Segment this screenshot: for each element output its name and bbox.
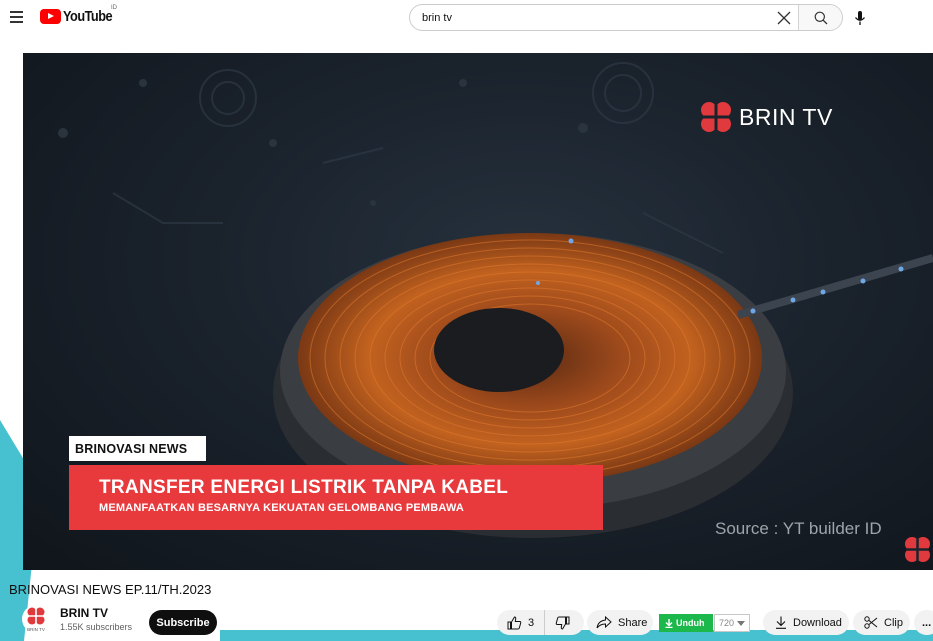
menu-icon[interactable] — [10, 11, 23, 23]
unduh-label: Unduh — [676, 618, 705, 628]
share-label: Share — [618, 616, 648, 629]
channel-avatar[interactable]: BRIN TV — [22, 605, 50, 633]
masthead: YouTube ID — [0, 0, 933, 36]
watermark-text: BRIN TV — [739, 103, 833, 130]
channel-watermark: BRIN TV — [697, 100, 833, 134]
clip-label: Clip — [884, 616, 903, 629]
share-button[interactable]: Share — [587, 610, 653, 635]
more-actions-button[interactable]: ... — [914, 610, 933, 635]
clip-button[interactable]: Clip — [853, 610, 910, 635]
channel-info: BRIN TV 1.55K subscribers — [60, 606, 132, 632]
thumbs-down-icon — [555, 616, 570, 630]
search-input[interactable] — [410, 5, 770, 30]
lower-third-subheadline: MEMANFAATKAN BESARNYA KEKUATAN GELOMBANG… — [99, 502, 465, 514]
lower-third-tag: BRINOVASI NEWS — [69, 436, 206, 461]
lower-third-headline: TRANSFER ENERGI LISTRIK TANPA KABEL — [99, 477, 509, 498]
logo-text: YouTube — [63, 8, 113, 25]
search-box — [409, 4, 843, 31]
channel-name[interactable]: BRIN TV — [60, 606, 132, 620]
download-button[interactable]: Download — [763, 610, 849, 635]
like-dislike-bar: 3 — [497, 610, 584, 635]
thumbs-up-icon — [507, 615, 522, 629]
clear-search-icon[interactable] — [770, 5, 798, 30]
search-button[interactable] — [798, 5, 842, 30]
search-icon — [814, 11, 827, 24]
subscriber-count: 1.55K subscribers — [60, 622, 133, 632]
download-label: Download — [793, 616, 842, 629]
brin-avatar-icon: BRIN TV — [27, 607, 45, 632]
youtube-play-icon — [40, 9, 61, 24]
source-caption: Source : YT builder ID — [715, 519, 882, 538]
dislike-button[interactable] — [545, 610, 570, 635]
avatar-text: BRIN TV — [27, 627, 45, 632]
brin-logo-icon — [701, 102, 731, 132]
share-icon — [596, 616, 612, 629]
download-arrow-icon — [665, 618, 673, 628]
chevron-down-icon — [737, 620, 746, 626]
download-icon — [776, 616, 786, 629]
subscribe-button[interactable]: Subscribe — [149, 610, 217, 635]
corner-brin-logo-icon — [905, 537, 930, 562]
video-player[interactable]: BRIN TV BRINOVASI NEWS TRANSFER ENERGI L… — [23, 53, 933, 570]
unduh-button[interactable]: Unduh — [659, 614, 713, 632]
logo-region: ID — [111, 5, 117, 11]
scissors-icon — [864, 616, 878, 629]
youtube-logo[interactable]: YouTube ID — [40, 5, 121, 25]
video-title: BRINOVASI NEWS EP.11/TH.2023 — [9, 582, 212, 597]
quality-select[interactable]: 720 — [714, 614, 750, 632]
more-icon: ... — [922, 616, 932, 629]
microphone-icon[interactable] — [852, 9, 868, 27]
lower-third-tag-text: BRINOVASI NEWS — [75, 441, 188, 456]
quality-value: 720 — [719, 618, 735, 628]
like-count: 3 — [528, 616, 535, 629]
channel-owner: BRIN TV BRIN TV 1.55K subscribers — [22, 605, 132, 633]
lower-third-banner: TRANSFER ENERGI LISTRIK TANPA KABEL MEMA… — [69, 465, 603, 530]
like-button[interactable]: 3 — [497, 610, 546, 635]
